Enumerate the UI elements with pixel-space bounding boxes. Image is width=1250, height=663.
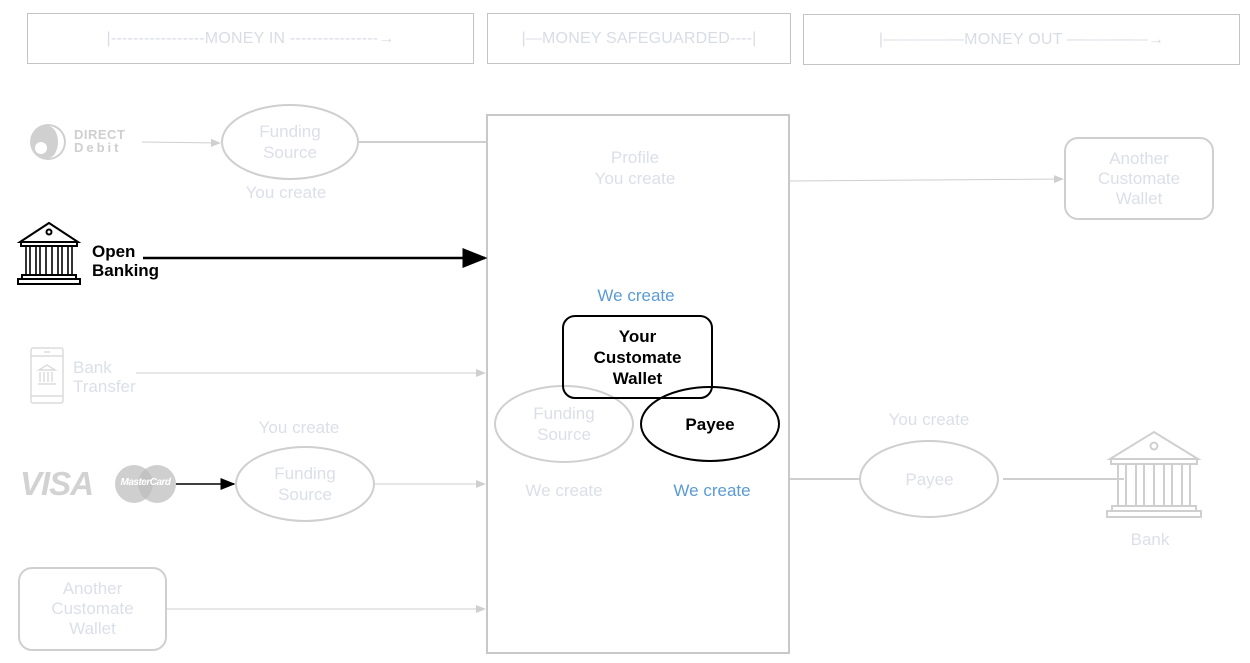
another-wallet-in[interactable]: Another Customate Wallet <box>19 568 166 650</box>
your-wallet-line2: Customate <box>593 347 682 367</box>
safeguard-funding-source-line1: Funding <box>533 404 595 423</box>
direct-debit-line2: Debit <box>74 140 122 155</box>
bank-out-icon <box>1106 430 1202 518</box>
funding-source-top-caption: You create <box>245 183 327 202</box>
your-wallet[interactable]: Your Customate Wallet <box>563 316 712 398</box>
your-wallet-line3: Wallet <box>612 368 663 388</box>
direct-debit-logo: DIRECT Debit <box>74 128 125 154</box>
funding-source-bottom-line2: Source <box>278 485 332 504</box>
arrow-direct-debit <box>141 138 221 147</box>
safeguard-payee-caption: We create <box>673 481 751 500</box>
mastercard-label[interactable]: MasterCard <box>115 477 176 488</box>
another-wallet-out[interactable]: Another Customate Wallet <box>1065 138 1213 219</box>
another-wallet-out-line2: Customate <box>1097 168 1181 188</box>
another-wallet-in-line2: Customate <box>51 599 134 618</box>
safeguard-payee[interactable]: Payee <box>641 400 779 448</box>
payee-out[interactable]: Payee <box>861 455 998 503</box>
funding-source-bottom[interactable]: Funding Source <box>236 447 374 521</box>
your-wallet-line1: Your <box>618 326 657 346</box>
funding-source-top-line2: Source <box>263 143 317 162</box>
we-create-wallet-caption: We create <box>597 286 675 305</box>
funding-source-top[interactable]: Funding Source <box>222 105 358 179</box>
bank-out-label: Bank <box>1130 530 1170 549</box>
visa-logo[interactable]: VISA <box>20 465 94 503</box>
bank-transfer-line1: Bank <box>73 358 112 377</box>
bank-transfer-line2: Transfer <box>73 377 136 396</box>
safeguard-payee-label: Payee <box>685 414 735 434</box>
profile-label: Profile You create <box>560 147 710 189</box>
another-wallet-in-line1: Another <box>62 579 123 598</box>
open-banking-line2: Banking <box>92 261 160 280</box>
another-wallet-out-line3: Wallet <box>1115 188 1163 208</box>
another-wallet-out-line1: Another <box>1109 148 1169 168</box>
open-banking-icon <box>16 221 82 285</box>
bank-transfer-phone-icon <box>30 347 64 404</box>
safeguard-funding-source-line2: Source <box>537 425 591 444</box>
safeguard-funding-source[interactable]: Funding Source <box>495 400 633 448</box>
profile-line1: Profile <box>610 148 660 167</box>
direct-debit-logo-icon <box>30 124 66 160</box>
open-banking-line1: Open <box>92 242 136 261</box>
payee-out-caption: You create <box>888 410 970 429</box>
profile-line2: You create <box>594 169 676 188</box>
open-banking-label[interactable]: Open Banking <box>92 242 159 280</box>
another-wallet-in-line3: Wallet <box>69 619 116 638</box>
bank-transfer-label[interactable]: Bank Transfer <box>73 358 136 396</box>
arrow-another-wallet-out <box>789 175 1064 184</box>
funding-source-bottom-line1: Funding <box>274 464 336 483</box>
safeguard-funding-source-caption: We create <box>525 481 603 500</box>
funding-source-bottom-caption: You create <box>258 418 340 437</box>
funding-source-top-line1: Funding <box>259 122 321 141</box>
payee-out-label: Payee <box>905 469 954 489</box>
